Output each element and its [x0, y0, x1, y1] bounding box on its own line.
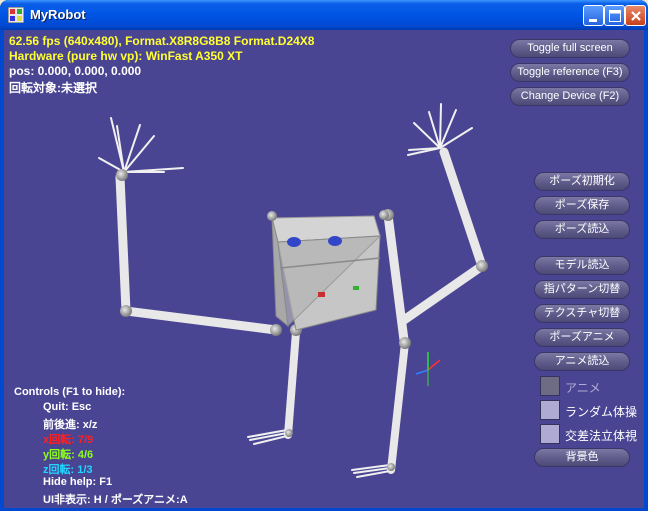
- toggle-fullscreen-button[interactable]: Toggle full screen: [510, 39, 630, 58]
- minimize-icon: [589, 19, 597, 22]
- reference-axes: [415, 352, 441, 386]
- help-move: 前後進: x/z: [43, 419, 98, 431]
- help-z-rotate: z回転: 1/3: [43, 464, 93, 476]
- pose-load-button[interactable]: ポーズ読込: [534, 220, 630, 239]
- finger-pattern-button[interactable]: 指パターン切替: [534, 280, 630, 299]
- toggle-reference-button[interactable]: Toggle reference (F3): [510, 63, 630, 82]
- legs: [247, 324, 411, 478]
- minimize-button[interactable]: [583, 5, 604, 26]
- maximize-icon: [609, 10, 621, 22]
- random-exercise-checkbox-label: ランダム体操: [565, 405, 638, 419]
- window-title: MyRobot: [30, 7, 86, 22]
- anime-checkbox[interactable]: [540, 376, 560, 396]
- window-frame-right: [644, 30, 648, 511]
- anime-checkbox-label: アニメ: [565, 381, 601, 395]
- help-y-rotate: y回転: 4/6: [43, 449, 94, 461]
- help-ui-hide: UI非表示: H / ポーズアニメ:A: [43, 494, 188, 506]
- anime-load-button[interactable]: アニメ読込: [534, 352, 630, 371]
- help-x-rotate: x回転: 7/9: [43, 434, 94, 446]
- rotation-target-readout: 回転対象:未選択: [9, 81, 97, 95]
- close-icon: [631, 11, 641, 21]
- position-readout: pos: 0.000, 0.000, 0.000: [9, 64, 142, 78]
- texture-switch-button[interactable]: テクスチャ切替: [534, 304, 630, 323]
- crosseye-stereo-checkbox[interactable]: [540, 424, 560, 444]
- hardware-readout: Hardware (pure hw vp): WinFast A350 XT: [9, 49, 243, 63]
- change-device-button[interactable]: Change Device (F2): [510, 87, 630, 106]
- application-window: MyRobot 62.56 fps (640x480), Format.X8R8…: [0, 0, 648, 511]
- pose-reset-button[interactable]: ポーズ初期化: [534, 172, 630, 191]
- right-arm: [382, 103, 488, 345]
- close-button[interactable]: [625, 5, 646, 26]
- left-arm: [98, 117, 282, 336]
- random-exercise-checkbox[interactable]: [540, 400, 560, 420]
- maximize-button[interactable]: [604, 5, 625, 26]
- crosseye-stereo-checkbox-label: 交差法立体視: [565, 429, 638, 443]
- title-bar[interactable]: MyRobot: [0, 0, 648, 30]
- 3d-viewport[interactable]: 62.56 fps (640x480), Format.X8R8G8B8 For…: [4, 30, 644, 508]
- pose-anime-button[interactable]: ポーズアニメ: [534, 328, 630, 347]
- model-load-button[interactable]: モデル読込: [534, 256, 630, 275]
- help-quit: Quit: Esc: [43, 401, 92, 413]
- app-icon: [8, 7, 24, 23]
- help-hide: Hide help: F1: [43, 476, 113, 488]
- background-color-button[interactable]: 背景色: [534, 448, 630, 467]
- help-title: Controls (F1 to hide):: [14, 386, 126, 398]
- robot-torso: [267, 210, 389, 331]
- pose-save-button[interactable]: ポーズ保存: [534, 196, 630, 215]
- fps-readout: 62.56 fps (640x480), Format.X8R8G8B8 For…: [9, 34, 315, 48]
